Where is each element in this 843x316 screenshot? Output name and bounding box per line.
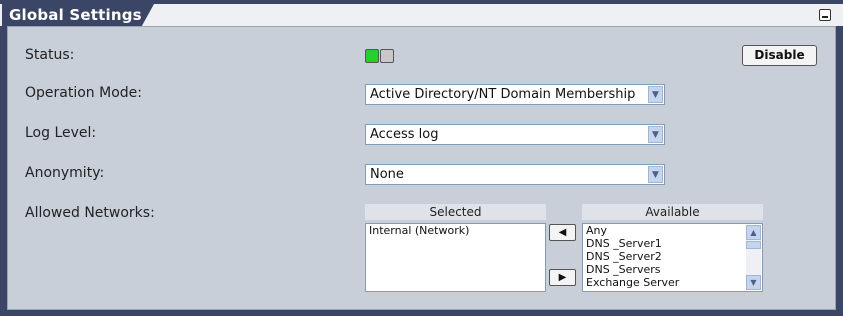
arrow-left-icon: ◀ — [558, 227, 567, 238]
global-settings-panel: Global Settings Status: Disable Operatio… — [0, 0, 843, 316]
disable-button[interactable]: Disable — [742, 45, 817, 66]
arrow-right-icon: ▶ — [558, 272, 567, 283]
anonymity-label: Anonymity: — [25, 165, 105, 181]
selected-header: Selected — [365, 204, 546, 220]
operation-mode-value: Active Directory/NT Domain Membership — [370, 87, 636, 102]
allowed-networks-label: Allowed Networks: — [25, 205, 155, 221]
list-item[interactable]: Any — [583, 224, 762, 237]
available-header: Available — [582, 204, 763, 220]
panel-title-tab: Global Settings — [2, 4, 154, 26]
available-list-scrollbar[interactable]: ▲ ▼ — [746, 225, 761, 290]
settings-content: Status: Disable Operation Mode: Active D… — [7, 26, 836, 310]
chevron-down-icon[interactable]: ▼ — [648, 86, 663, 103]
operation-mode-select[interactable]: Active Directory/NT Domain Membership ▼ — [365, 84, 665, 105]
available-networks-list[interactable]: Any DNS _Server1 DNS _Server2 DNS _Servers E… — [582, 223, 763, 292]
chevron-down-icon[interactable]: ▼ — [648, 166, 663, 183]
log-level-value: Access log — [370, 127, 439, 142]
log-level-label: Log Level: — [25, 125, 97, 141]
status-led-off — [380, 49, 394, 63]
scroll-up-icon[interactable]: ▲ — [746, 225, 761, 240]
log-level-select[interactable]: Access log ▼ — [365, 124, 665, 145]
panel-title: Global Settings — [9, 6, 142, 24]
status-label: Status: — [25, 47, 75, 63]
list-item[interactable]: Exchange Server — [583, 276, 762, 289]
anonymity-value: None — [370, 167, 404, 182]
status-led-on — [365, 49, 379, 63]
move-left-button[interactable]: ◀ — [549, 224, 576, 241]
move-right-button[interactable]: ▶ — [549, 269, 576, 286]
chevron-down-icon[interactable]: ▼ — [648, 126, 663, 143]
list-item[interactable]: Internal (Network) — [366, 224, 545, 237]
scrollbar-thumb[interactable] — [746, 241, 761, 249]
minimize-icon[interactable] — [819, 9, 831, 21]
list-item[interactable]: DNS _Servers — [583, 263, 762, 276]
list-item[interactable]: DNS _Server1 — [583, 237, 762, 250]
selected-networks-list[interactable]: Internal (Network) — [365, 223, 546, 292]
anonymity-select[interactable]: None ▼ — [365, 164, 665, 185]
scroll-down-icon[interactable]: ▼ — [746, 275, 761, 290]
status-indicator — [365, 48, 395, 67]
list-item[interactable]: DNS _Server2 — [583, 250, 762, 263]
operation-mode-label: Operation Mode: — [25, 85, 142, 101]
